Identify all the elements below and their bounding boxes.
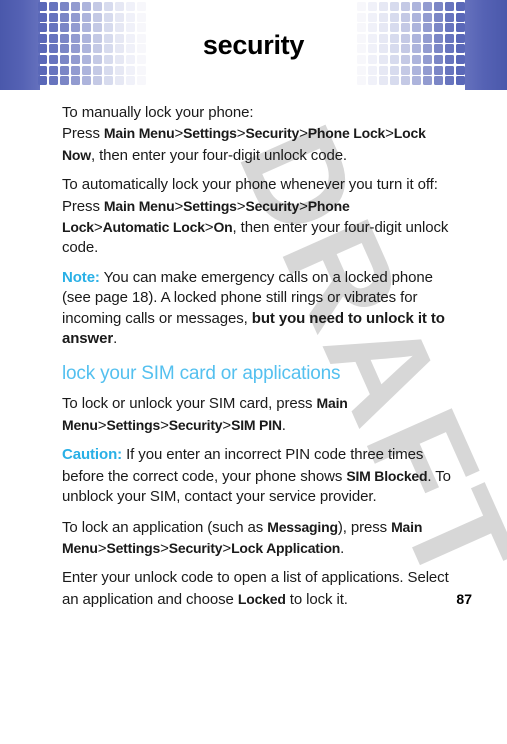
menu-settings: Settings [183,125,237,142]
menu-security: Security [245,125,300,142]
paragraph-automatic-lock: To automatically lock your phone wheneve… [62,175,455,259]
manual-lock-press: Press [62,125,104,143]
note-body-2: . [113,330,118,348]
menu-security: Security [245,197,300,214]
paragraph-select-application: Enter your unlock code to open a list of… [62,568,455,610]
manual-lock-line1: To manually lock your phone: [62,104,254,121]
menu-main-menu: Main Menu [103,125,175,142]
lock-app-intro: To lock an application (such as [62,518,268,536]
paragraph-manual-lock: To manually lock your phone: Press Main … [62,103,455,166]
menu-phone-lock: Phone Lock [307,125,386,142]
menu-on: On [213,219,233,236]
sim-lock-intro: To lock or unlock your SIM card, press [62,395,317,413]
menu-settings: Settings [106,539,161,556]
paragraph-sim-lock: To lock or unlock your SIM card, press M… [62,393,455,436]
menu-separator: > [93,219,103,237]
menu-settings: Settings [183,197,237,214]
menu-main-menu: Main Menu [103,197,175,214]
page-content: To manually lock your phone: Press Main … [62,103,455,619]
menu-separator: > [160,539,169,557]
lock-app-mid: ), press [337,518,392,536]
menu-separator: > [174,125,184,143]
lock-app-tail: . [340,539,345,557]
note-label: Note: [62,268,100,286]
page-number: 87 [456,591,472,607]
menu-settings: Settings [106,416,161,433]
sim-lock-tail: . [281,416,286,434]
menu-lock-application: Lock Application [231,539,341,556]
menu-separator: > [222,539,232,557]
section-heading-sim-lock: lock your SIM card or applications [62,363,341,385]
menu-messaging: Messaging [267,518,338,535]
menu-sim-pin: SIM PIN [231,416,282,433]
menu-security: Security [168,539,223,556]
menu-separator: > [160,416,169,434]
menu-locked: Locked [237,590,286,607]
menu-separator: > [174,197,184,215]
menu-separator: > [299,125,308,143]
menu-security: Security [168,416,223,433]
menu-sim-blocked: SIM Blocked [346,467,428,484]
menu-separator: > [299,197,308,215]
paragraph-note: Note: You can make emergency calls on a … [62,268,455,350]
caution-label: Caution: [62,446,123,464]
paragraph-lock-application: To lock an application (such as Messagin… [62,517,455,560]
menu-automatic-lock: Automatic Lock [102,219,205,236]
page-title: security [202,30,305,60]
paragraph-caution: Caution: If you enter an incorrect PIN c… [62,445,455,507]
manual-lock-tail: , then enter your four-digit unlock code… [90,146,348,164]
menu-separator: > [222,416,232,434]
select-app-tail: to lock it. [285,590,348,608]
menu-separator: > [385,125,394,143]
